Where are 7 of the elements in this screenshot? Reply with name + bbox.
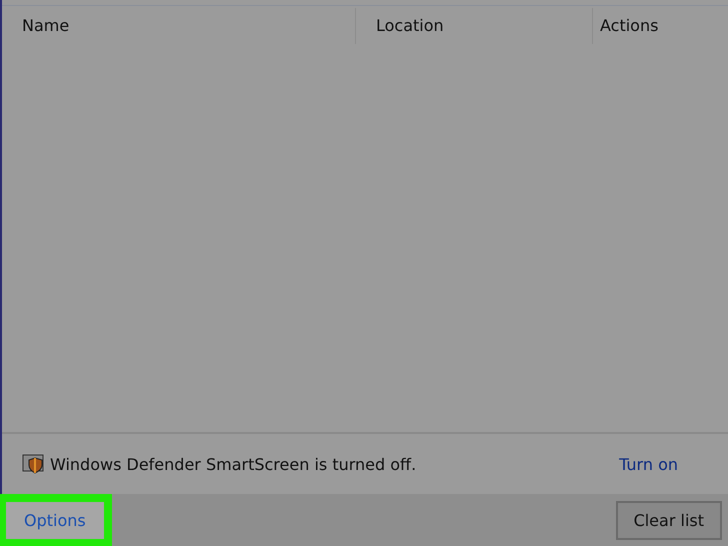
shield-icon [22,454,46,474]
column-header[interactable]: Actions [593,8,728,44]
column-header[interactable]: Name [2,8,356,44]
turn-on-link[interactable]: Turn on [619,454,678,474]
smartscreen-message: Windows Defender SmartScreen is turned off. [50,454,418,474]
clear-list-button[interactable]: Clear list [616,500,722,540]
column-header[interactable]: Location [356,8,593,44]
